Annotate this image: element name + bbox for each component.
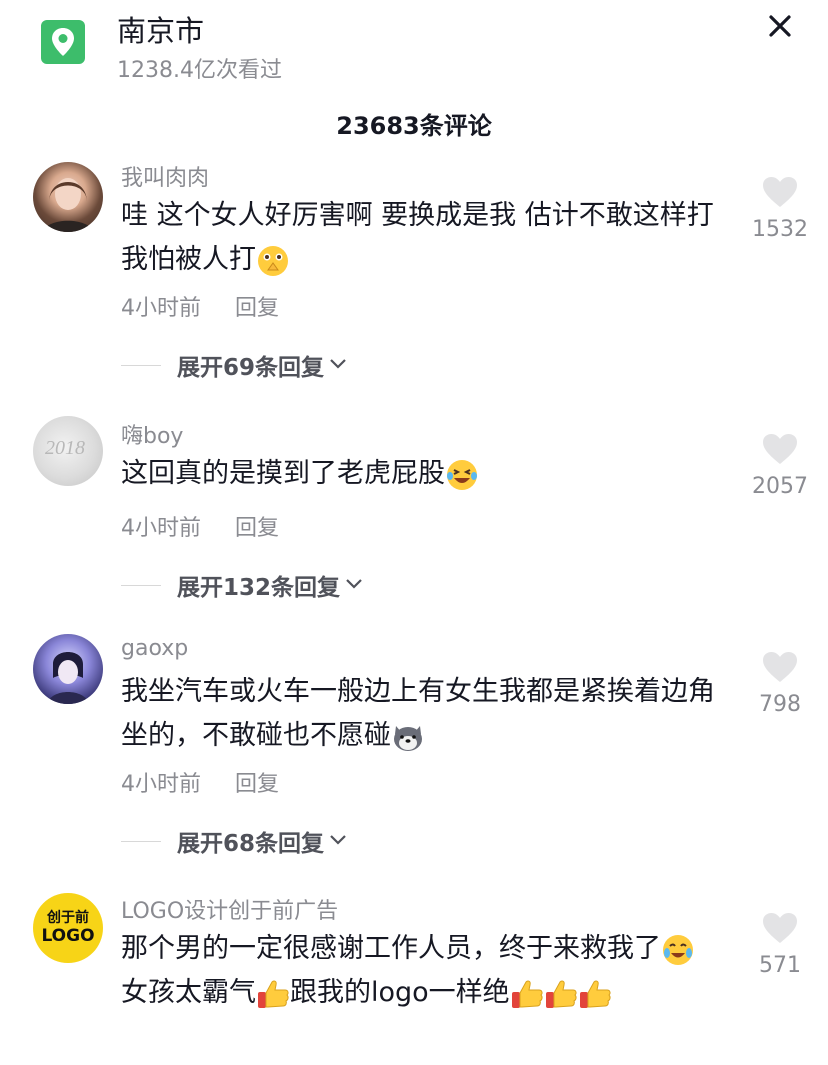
like-button[interactable]: 798 bbox=[745, 650, 815, 717]
thumbs-up-emoji bbox=[256, 977, 290, 1011]
thumbs-up-emoji bbox=[578, 977, 612, 1011]
expand-replies-button[interactable]: 展开68条回复 bbox=[121, 824, 348, 858]
comment-text-part: 女孩太霸气 bbox=[121, 977, 256, 1008]
avatar[interactable] bbox=[33, 162, 103, 232]
like-button[interactable]: 1532 bbox=[745, 175, 815, 242]
heart-icon[interactable] bbox=[745, 650, 815, 688]
location-title[interactable]: 南京市 bbox=[117, 8, 204, 50]
praying-face-emoji bbox=[256, 244, 290, 278]
heart-icon[interactable] bbox=[745, 432, 815, 470]
chevron-down-icon bbox=[328, 356, 348, 375]
comment-username[interactable]: LOGO设计创于前广告 bbox=[121, 893, 338, 925]
like-count: 2057 bbox=[752, 474, 808, 499]
comment-item: 创于前 LOGO LOGO设计创于前广告 那个男的一定很感谢工作人员，终于来救我… bbox=[0, 893, 828, 1065]
comment-text: 那个男的一定很感谢工作人员，终于来救我了 女孩太霸气 跟我的logo一样绝 bbox=[121, 927, 721, 1015]
reply-button[interactable]: 回复 bbox=[235, 772, 279, 797]
like-button[interactable]: 571 bbox=[745, 911, 815, 978]
close-icon[interactable] bbox=[760, 8, 800, 44]
expand-replies-button[interactable]: 展开132条回复 bbox=[121, 568, 364, 602]
comment-meta: 4小时前 回复 bbox=[121, 510, 279, 542]
reply-button[interactable]: 回复 bbox=[235, 296, 279, 321]
comment-item: 我叫肉肉 哇 这个女人好厉害啊 要换成是我 估计不敢这样打 我怕被人打 4小时前… bbox=[0, 160, 828, 400]
comment-text-part: 跟我的logo一样绝 bbox=[290, 977, 510, 1008]
crying-laughing-emoji bbox=[661, 933, 695, 967]
avatar-logo-text-top: 创于前 bbox=[47, 910, 89, 926]
heart-icon[interactable] bbox=[745, 175, 815, 213]
avatar[interactable]: 创于前 LOGO bbox=[33, 893, 103, 963]
comment-username[interactable]: 我叫肉肉 bbox=[121, 160, 209, 192]
comment-text: 哇 这个女人好厉害啊 要换成是我 估计不敢这样打 我怕被人打 bbox=[121, 194, 731, 282]
comment-text: 我坐汽车或火车一般边上有女生我都是紧挨着边角坐的，不敢碰也不愿碰 bbox=[121, 670, 731, 758]
divider-line bbox=[121, 364, 161, 366]
divider-line bbox=[121, 584, 161, 586]
avatar[interactable]: 2018 bbox=[33, 416, 103, 486]
comment-text-part: 那个男的一定很感谢工作人员，终于来救我了 bbox=[121, 933, 661, 964]
chevron-down-icon bbox=[344, 576, 364, 595]
heart-icon[interactable] bbox=[745, 911, 815, 949]
expand-replies-label[interactable]: 展开69条回复 bbox=[177, 348, 324, 382]
comment-username[interactable]: gaoxp bbox=[121, 636, 188, 661]
comment-username[interactable]: 嗨boy bbox=[121, 418, 183, 450]
reply-button[interactable]: 回复 bbox=[235, 516, 279, 541]
comment-meta: 4小时前 回复 bbox=[121, 766, 279, 798]
divider-line bbox=[121, 840, 161, 842]
comment-text: 这回真的是摸到了老虎屁股 bbox=[121, 452, 731, 496]
laughing-tears-emoji bbox=[445, 458, 479, 492]
husky-dog-emoji bbox=[391, 720, 425, 754]
avatar-logo-text-bottom: LOGO bbox=[41, 926, 95, 946]
comment-item: gaoxp 我坐汽车或火车一般边上有女生我都是紧挨着边角坐的，不敢碰也不愿碰 4… bbox=[0, 634, 828, 876]
like-count: 1532 bbox=[752, 217, 808, 242]
comment-text-body: 这回真的是摸到了老虎屁股 bbox=[121, 458, 445, 489]
location-header: 南京市 1238.4亿次看过 bbox=[0, 0, 828, 95]
comment-time: 4小时前 bbox=[121, 296, 201, 321]
expand-replies-label[interactable]: 展开68条回复 bbox=[177, 824, 324, 858]
thumbs-up-emoji bbox=[510, 977, 544, 1011]
like-button[interactable]: 2057 bbox=[745, 432, 815, 499]
svg-text:2018: 2018 bbox=[45, 437, 85, 459]
comment-time: 4小时前 bbox=[121, 772, 201, 797]
comment-text-body: 哇 这个女人好厉害啊 要换成是我 估计不敢这样打 我怕被人打 bbox=[121, 200, 714, 275]
comment-meta: 4小时前 回复 bbox=[121, 290, 279, 322]
like-count: 798 bbox=[759, 692, 801, 717]
avatar[interactable] bbox=[33, 634, 103, 704]
comments-count-title: 23683条评论 bbox=[336, 112, 492, 140]
comment-item: 2018 嗨boy 这回真的是摸到了老虎屁股 4小时前 回复 展开132条回复 2… bbox=[0, 416, 828, 618]
like-count: 571 bbox=[759, 953, 801, 978]
location-pin-icon[interactable] bbox=[41, 20, 85, 64]
chevron-down-icon bbox=[328, 832, 348, 851]
thumbs-up-emoji bbox=[544, 977, 578, 1011]
expand-replies-label[interactable]: 展开132条回复 bbox=[177, 568, 340, 602]
view-count: 1238.4亿次看过 bbox=[117, 58, 282, 83]
comment-time: 4小时前 bbox=[121, 516, 201, 541]
expand-replies-button[interactable]: 展开69条回复 bbox=[121, 348, 348, 382]
